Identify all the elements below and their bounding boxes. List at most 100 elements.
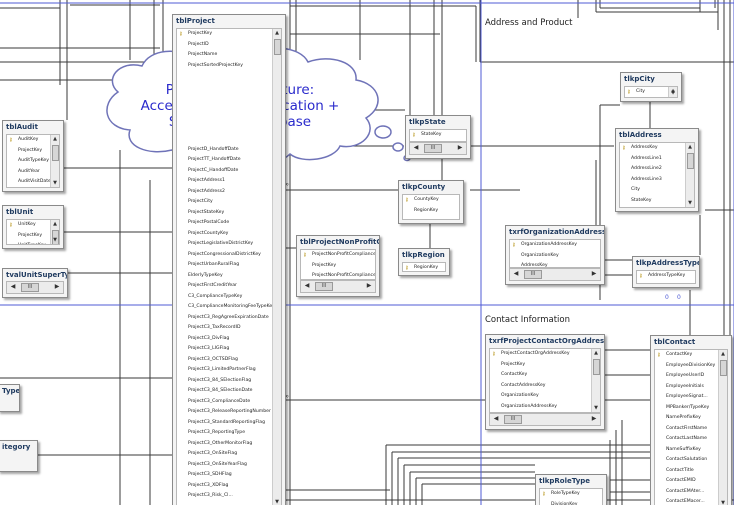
field-row[interactable]: RegionKey — [403, 206, 459, 217]
vertical-scrollbar[interactable]: ▲ ▼ — [50, 135, 59, 187]
table-title[interactable]: tlkpState — [406, 116, 470, 128]
horizontal-scrollbar[interactable]: ◀ III ▶ — [509, 268, 601, 281]
field-row[interactable]: StateKey — [620, 196, 694, 207]
vertical-scrollbar[interactable]: ▲ ▼ — [668, 87, 677, 97]
field-row[interactable]: EmployeeDivisionKey — [655, 361, 727, 372]
field-row[interactable]: ProjectC3_RegAgreeExpirationDate — [177, 313, 281, 324]
field-row[interactable]: ProjectC3_84_SElectionFlag — [177, 376, 281, 387]
field-list[interactable]: ⚷StateKeyStateName — [409, 129, 467, 142]
field-list[interactable]: ⚷UnitKeyProjectKeyUnitTypeKey▲▼ — [6, 219, 60, 245]
scroll-left-icon[interactable]: ◀ — [512, 270, 520, 278]
table-txrfOrganizationAddress[interactable]: txrfOrganizationAddress ⚷ OrganizationAddr… — [505, 225, 605, 285]
field-row[interactable]: ContactEMID — [655, 476, 727, 487]
scroll-thumb[interactable]: III — [424, 144, 442, 153]
field-row[interactable]: ProjectNonProfitComplianceSel — [301, 271, 375, 279]
table-tlkpCity[interactable]: tlkpCity ⚷ City CityKey▲▼ — [620, 72, 682, 102]
table-title[interactable]: tlkpCity — [621, 73, 681, 85]
field-row[interactable]: ContactAddressKey — [490, 381, 600, 392]
table-tlkpRegion[interactable]: tlkpRegion ⚷ RegionKey — [398, 248, 450, 276]
table-tblProjectNonProfitCompliance[interactable]: tblProjectNonProfitCompli ⚷ ProjectNonProf… — [296, 235, 380, 297]
field-row[interactable]: ⚷ ProjectContactOrgAddressKey — [490, 349, 600, 360]
field-row[interactable] — [177, 134, 281, 145]
field-row[interactable]: ProjectAddress2 — [177, 187, 281, 198]
table-tlkpCounty[interactable]: tlkpCounty ⚷ CountyKey RegionKey — [398, 180, 464, 224]
scroll-down-icon[interactable]: ▼ — [687, 200, 693, 206]
horizontal-scrollbar[interactable]: ◀ III ▶ — [6, 281, 64, 294]
field-list[interactable]: ⚷ ProjectNonProfitComplianceKey ProjectKey… — [300, 249, 376, 280]
scroll-thumb[interactable]: III — [315, 282, 333, 291]
scroll-down-icon[interactable]: ▼ — [274, 499, 280, 505]
field-list[interactable]: ⚷ AddressTypeKey — [636, 270, 696, 284]
field-row[interactable]: ⚷ CountyKey — [403, 195, 459, 206]
field-row[interactable]: ⚷ ProjectNonProfitComplianceKey — [301, 250, 375, 261]
table-title[interactable]: tblAudit — [3, 121, 63, 133]
field-row[interactable]: OrganizationKey — [490, 391, 600, 402]
table-tblAddress[interactable]: tblAddress ⚷ AddressKey AddressLine1 Address… — [615, 128, 699, 212]
table-title[interactable]: tblUnit — [3, 206, 63, 218]
field-row[interactable]: DivisionKey — [540, 500, 602, 505]
scroll-up-icon[interactable]: ▲ — [52, 136, 58, 142]
field-row[interactable]: ⚷ AddressTypeKey — [637, 271, 695, 282]
field-row[interactable]: ProjectC3_XDFlag — [177, 481, 281, 492]
field-row[interactable]: ⚷ RoleTypeKey — [540, 489, 602, 500]
field-row[interactable]: ProjectC3_OnSiteYearFlag — [177, 460, 281, 471]
scroll-up-icon[interactable]: ▲ — [274, 30, 280, 36]
field-row[interactable]: ElderlyTypeKey — [177, 271, 281, 282]
horizontal-scrollbar[interactable]: ◀ III ▶ — [489, 413, 601, 426]
table-title[interactable]: tblProjectNonProfitCompli — [297, 236, 379, 248]
vertical-scrollbar[interactable]: ▲ ▼ — [685, 143, 694, 207]
table-tvalUnitSuperType[interactable]: tvalUnitSuperTypel ◀ III ▶ — [2, 268, 68, 298]
field-row[interactable]: ProjectID — [177, 40, 281, 51]
field-row[interactable] — [177, 82, 281, 93]
field-row[interactable]: ProjectC3_OnSiteFlag — [177, 449, 281, 460]
vertical-scrollbar[interactable]: ▲ ▼ — [272, 29, 281, 505]
field-row[interactable]: AddressLine2 — [620, 164, 694, 175]
field-row[interactable]: City — [620, 185, 694, 196]
table-title[interactable]: Type — [0, 385, 19, 397]
scroll-down-icon[interactable]: ▼ — [720, 500, 726, 505]
field-list[interactable]: ⚷ RoleTypeKey DivisionKey — [539, 488, 603, 505]
table-title[interactable]: itegory — [0, 441, 37, 453]
field-row[interactable]: CityKey — [625, 98, 677, 99]
scroll-up-icon[interactable]: ▲ — [52, 221, 58, 227]
field-row[interactable]: ProjectC3_TaxRecordID — [177, 323, 281, 334]
field-row[interactable]: EmployeeInitials — [655, 382, 727, 393]
field-row[interactable]: ProjectC3_StandardReportingFlag — [177, 418, 281, 429]
scroll-thumb[interactable] — [687, 153, 694, 169]
scroll-thumb[interactable]: III — [524, 270, 542, 279]
field-row[interactable]: NameSuffixKey — [655, 445, 727, 456]
field-row[interactable]: ProjectC3_SDHFlag — [177, 470, 281, 481]
scroll-left-icon[interactable]: ◀ — [303, 282, 311, 290]
field-row[interactable]: OrganizationKey — [510, 251, 600, 262]
field-list[interactable]: ⚷ City CityKey▲▼ — [624, 86, 678, 98]
field-row[interactable]: ProjectCongressionalDistrictKey — [177, 250, 281, 261]
field-row[interactable]: ProjectFirstCreditYear — [177, 281, 281, 292]
field-row[interactable]: ProjectCountyKey — [177, 229, 281, 240]
scroll-up-icon[interactable]: ▲ — [720, 351, 726, 357]
table-tlkpState[interactable]: tlkpState⚷StateKeyStateName ◀ III ▶ — [405, 115, 471, 159]
field-list[interactable]: ⚷ OrganizationAddressKey OrganizationKey Ad… — [509, 239, 601, 268]
field-row[interactable]: ProjectCity — [177, 197, 281, 208]
field-list[interactable]: ⚷ ContactKey EmployeeDivisionKey EmployeeUs… — [654, 349, 728, 505]
scroll-right-icon[interactable]: ▶ — [456, 144, 464, 152]
field-row[interactable]: ContactFirstName — [655, 424, 727, 435]
table-tlkpAddressType[interactable]: tlkpAddressType ⚷ AddressTypeKey — [632, 256, 700, 288]
scroll-down-icon[interactable]: ▼ — [670, 90, 676, 96]
field-row[interactable]: ProjectC3_ReportingType — [177, 428, 281, 439]
field-row[interactable]: ProjectTT_HandoffDate — [177, 155, 281, 166]
table-tlkpRoleType[interactable]: tlkpRoleType ⚷ RoleTypeKey DivisionKey — [535, 474, 607, 505]
scroll-down-icon[interactable]: ▼ — [52, 180, 58, 186]
field-list[interactable]: ⚷ ProjectContactOrgAddressKey ProjectKey Co… — [489, 348, 601, 413]
table-title[interactable]: tblAddress — [616, 129, 698, 141]
field-row[interactable]: NamePrefixKey — [655, 413, 727, 424]
table-title[interactable]: tlkpAddressType — [633, 257, 699, 269]
vertical-scrollbar[interactable]: ▲ ▼ — [718, 350, 727, 505]
horizontal-scrollbar[interactable]: ◀ III ▶ — [409, 142, 467, 155]
table-category[interactable]: itegory — [0, 440, 38, 472]
field-row[interactable]: C3_ComplianceMonitoringFeeTypeKey — [177, 302, 281, 313]
field-row[interactable]: OrganizationAddressKey — [490, 402, 600, 413]
scroll-left-icon[interactable]: ◀ — [412, 144, 420, 152]
table-title[interactable]: tblProject — [173, 15, 285, 27]
field-list[interactable]: ⚷ AddressKey AddressLine1 AddressLine2 Addre… — [619, 142, 695, 208]
table-title[interactable]: tlkpRoleType — [536, 475, 606, 487]
